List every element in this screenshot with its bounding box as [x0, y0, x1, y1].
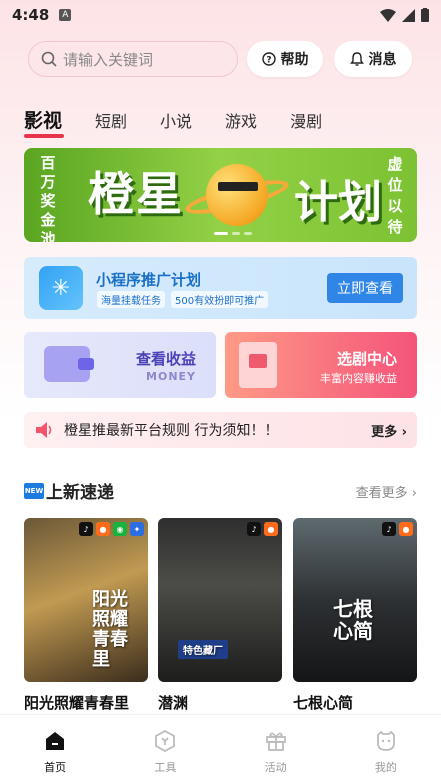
- tab-short-drama[interactable]: 短剧: [95, 108, 127, 135]
- nav-label: 首页: [44, 761, 67, 774]
- promo-banner[interactable]: 百万奖金池 橙星 计划 虚位以待: [24, 148, 417, 242]
- tab-movies[interactable]: 影视: [24, 106, 64, 138]
- new-badge-icon: NEW: [24, 482, 44, 499]
- section-title: NEW 上新速递: [24, 478, 114, 503]
- poster-overlay-title: 七根心简: [333, 597, 373, 643]
- kuaishou-icon: ●: [264, 522, 278, 536]
- search-icon: [41, 51, 57, 67]
- tab-comic-drama[interactable]: 漫剧: [290, 108, 322, 135]
- tiktok-icon: ♪: [79, 522, 93, 536]
- wifi-icon: [380, 8, 396, 22]
- banner-title-b: 计划: [294, 177, 382, 228]
- category-tabs: 影视 短剧 小说 游戏 漫剧: [24, 106, 355, 138]
- tab-label: 漫剧: [290, 112, 323, 131]
- notification-icon: A: [59, 9, 72, 21]
- planet-mascot: [206, 164, 268, 226]
- platform-badges: ♪ ●: [247, 522, 278, 536]
- earnings-title: 查看收益: [135, 350, 196, 368]
- tab-game[interactable]: 游戏: [225, 108, 257, 135]
- wechat-icon: ◉: [113, 522, 127, 536]
- poster-card[interactable]: ♪ ● 七根心简: [293, 518, 417, 682]
- view-now-button[interactable]: 立即查看: [327, 273, 403, 303]
- search-placeholder: 请输入关键词: [63, 50, 154, 69]
- tab-underline: [24, 134, 64, 138]
- mini-program-icon: ✳: [39, 266, 83, 310]
- message-label: 消息: [368, 52, 397, 68]
- notice-text: 橙星推最新平台规则 行为须知！！: [64, 423, 279, 439]
- nav-label: 我的: [374, 761, 397, 774]
- notice-more-link[interactable]: 更多 ›: [371, 421, 407, 440]
- mini-program-title: 小程序推广计划: [96, 271, 202, 289]
- status-time: 4:48: [12, 6, 50, 24]
- tab-novel[interactable]: 小说: [160, 108, 192, 135]
- banner-title-a: 橙星: [88, 167, 184, 221]
- poster-title[interactable]: 七根心简: [293, 692, 353, 713]
- poster-title[interactable]: 潜渊: [158, 692, 188, 713]
- battery-icon: [421, 8, 429, 22]
- drama-center-subtitle: 丰富内容赚收益: [320, 372, 397, 385]
- tiktok-icon: ♪: [382, 522, 396, 536]
- kuaishou-icon: ●: [96, 522, 110, 536]
- drama-center-title: 选剧中心: [336, 350, 397, 368]
- status-icons: [380, 8, 429, 22]
- document-icon: [239, 342, 277, 388]
- baidu-icon: ✦: [130, 522, 144, 536]
- mini-program-tag: 500有效扮即可推广: [171, 291, 269, 308]
- earnings-card[interactable]: 查看收益 MONEY: [24, 332, 216, 398]
- notice-more-label: 更多: [371, 424, 398, 440]
- nav-profile[interactable]: 我的: [331, 715, 441, 784]
- profile-icon: [376, 730, 395, 751]
- tab-label: 小说: [160, 112, 193, 131]
- nav-tools[interactable]: 工具: [110, 715, 220, 784]
- banner-left-text: 百万奖金池: [40, 154, 56, 242]
- poster-title[interactable]: 阳光照耀青春里: [24, 692, 129, 713]
- banner-right-text: 虚位以待: [387, 155, 403, 236]
- help-label: 帮助: [280, 52, 309, 68]
- drama-center-card[interactable]: 选剧中心 丰富内容赚收益: [225, 332, 417, 398]
- help-button[interactable]: ? 帮助: [247, 41, 323, 77]
- see-more-link[interactable]: 查看更多 ›: [356, 482, 417, 501]
- kuaishou-icon: ●: [399, 522, 413, 536]
- poster-card[interactable]: ♪ ● ◉ ✦ 阳光照耀青春里: [24, 518, 148, 682]
- search-input[interactable]: 请输入关键词: [28, 41, 238, 77]
- svg-text:?: ?: [266, 56, 271, 66]
- bottom-nav: 首页 工具 活动 我的: [0, 714, 441, 784]
- speaker-icon: [36, 422, 52, 438]
- sunglasses-icon: [218, 182, 258, 191]
- message-button[interactable]: 消息: [334, 41, 412, 77]
- carousel-dots: [214, 232, 252, 235]
- earnings-subtitle: MONEY: [146, 370, 196, 383]
- tab-label: 游戏: [225, 112, 258, 131]
- nav-home[interactable]: 首页: [0, 715, 110, 784]
- poster-card[interactable]: ♪ ● 特色藏厂: [158, 518, 282, 682]
- gift-icon: [265, 732, 286, 751]
- wallet-icon: [44, 346, 94, 382]
- poster-overlay-title: 阳光照耀青春里: [92, 589, 128, 670]
- nav-label: 工具: [154, 761, 177, 774]
- tab-label: 影视: [24, 110, 63, 132]
- nav-label: 活动: [264, 761, 287, 774]
- poster-overlay-title: 特色藏厂: [178, 640, 228, 659]
- question-icon: ?: [261, 52, 276, 66]
- tool-icon: [155, 729, 176, 753]
- nav-activity[interactable]: 活动: [221, 715, 331, 784]
- signal-icon: [402, 8, 415, 22]
- mini-program-tag: 海量挂载任务: [97, 291, 165, 308]
- platform-badges: ♪ ●: [382, 522, 413, 536]
- bell-icon: [349, 52, 364, 66]
- tab-label: 短剧: [95, 112, 128, 131]
- platform-badges: ♪ ● ◉ ✦: [79, 522, 144, 536]
- status-bar: 4:48 A: [0, 0, 441, 30]
- home-icon: [46, 732, 65, 750]
- see-more-label: 查看更多: [355, 486, 408, 501]
- notice-bar[interactable]: 橙星推最新平台规则 行为须知！！ 更多 ›: [24, 412, 417, 448]
- section-title-text: 上新速递: [46, 483, 114, 503]
- tiktok-icon: ♪: [247, 522, 261, 536]
- mini-program-card[interactable]: ✳ 小程序推广计划 海量挂载任务 500有效扮即可推广 立即查看: [24, 257, 417, 319]
